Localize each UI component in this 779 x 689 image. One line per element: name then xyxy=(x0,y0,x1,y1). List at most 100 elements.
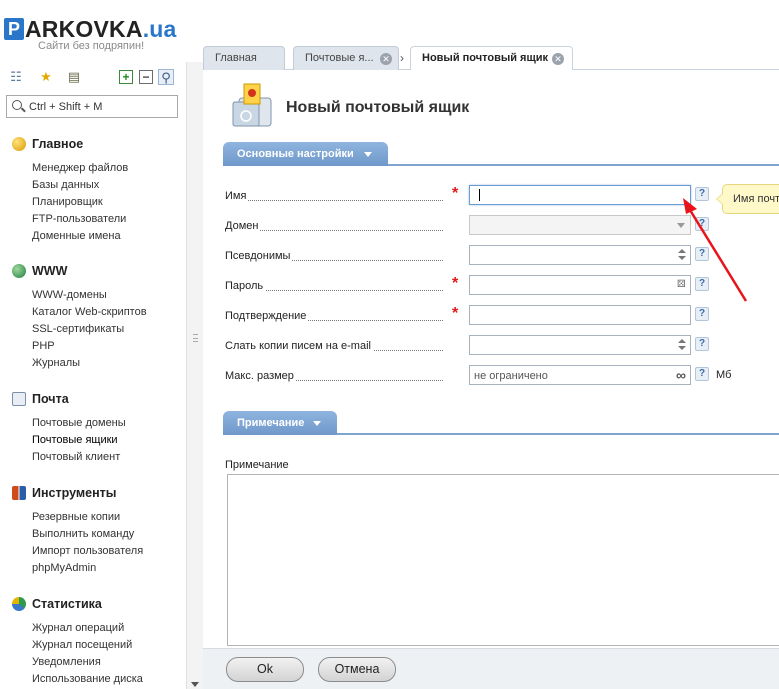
field-row-aliases: Псевдонимы ? xyxy=(225,245,779,267)
main-content: Новый почтовый ящик Основные настройки И… xyxy=(203,70,779,689)
name-input[interactable] xyxy=(474,188,669,203)
copies-input[interactable] xyxy=(474,338,669,353)
sidebar-item-run-command[interactable]: Выполнить команду xyxy=(32,526,143,543)
help-icon[interactable]: ? xyxy=(695,337,709,351)
sidebar-item-scheduler[interactable]: Планировщик xyxy=(32,194,128,211)
pie-chart-icon xyxy=(12,597,26,611)
field-row-name: Имя * ? xyxy=(225,185,779,207)
sidebar-splitter[interactable] xyxy=(186,62,203,689)
search-icon xyxy=(12,100,22,110)
tree-view-icon[interactable]: ☷ xyxy=(8,69,24,85)
copies-input-box[interactable] xyxy=(469,335,691,355)
unit-label: Мб xyxy=(716,369,732,381)
expand-all-icon[interactable]: + xyxy=(119,70,133,84)
favorites-star-icon[interactable]: ★ xyxy=(38,69,54,85)
field-label: Имя xyxy=(225,190,249,202)
tools-icon xyxy=(12,486,26,500)
name-input-box[interactable] xyxy=(469,185,691,205)
sidebar-item-logs[interactable]: Журналы xyxy=(32,355,147,372)
chevron-down-icon xyxy=(364,152,372,157)
tab-close-icon[interactable]: ✕ xyxy=(552,53,564,65)
sidebar-item-www-domains[interactable]: WWW-домены xyxy=(32,287,147,304)
confirm-input-box[interactable] xyxy=(469,305,691,325)
home-globe-icon xyxy=(12,137,26,151)
chevron-down-icon xyxy=(313,421,321,426)
sidebar-item-domain-names[interactable]: Доменные имена xyxy=(32,228,128,245)
required-mark: * xyxy=(452,275,459,292)
sidebar-item-php[interactable]: PHP xyxy=(32,338,147,355)
field-label: Слать копии писем на e-mail xyxy=(225,340,373,352)
section-main-settings: Основные настройки xyxy=(223,142,779,166)
field-label: Домен xyxy=(225,220,261,232)
sidebar-item-web-scripts[interactable]: Каталог Web-скриптов xyxy=(32,304,147,321)
tab-bar: Главная Почтовые я... ✕ › Новый почтовый… xyxy=(203,42,779,71)
field-label: Пароль xyxy=(225,280,266,292)
logo-wordmark: ARKOVKA.ua xyxy=(25,16,177,42)
password-input[interactable] xyxy=(474,278,669,293)
cancel-button[interactable]: Отмена xyxy=(318,657,396,682)
sidebar-item-disk-usage[interactable]: Использование диска xyxy=(32,671,143,688)
sidebar-item-visits-log[interactable]: Журнал посещений xyxy=(32,637,143,654)
sidebar-item-mailboxes[interactable]: Почтовые ящики xyxy=(32,432,126,449)
sidebar-item-mail-domains[interactable]: Почтовые домены xyxy=(32,415,126,432)
max-size-input[interactable] xyxy=(474,368,669,383)
sidebar-item-ftp-users[interactable]: FTP-пользователи xyxy=(32,211,128,228)
sidebar-item-import-user[interactable]: Импорт пользователя xyxy=(32,543,143,560)
sidebar-item-operations-log[interactable]: Журнал операций xyxy=(32,620,143,637)
help-icon[interactable]: ? xyxy=(695,217,709,231)
logo-mark: P xyxy=(4,18,24,40)
max-size-input-box[interactable]: ∞ xyxy=(469,365,691,385)
pin-icon[interactable]: ⚲ xyxy=(158,69,174,85)
globe-icon xyxy=(12,264,26,278)
section-note: Примечание xyxy=(223,411,779,435)
sidebar-item-ssl[interactable]: SSL-сертификаты xyxy=(32,321,147,338)
confirm-input[interactable] xyxy=(474,308,669,323)
tab-home[interactable]: Главная xyxy=(203,46,285,70)
password-input-box[interactable]: ⚄ xyxy=(469,275,691,295)
sidebar-item-phpmyadmin[interactable]: phpMyAdmin xyxy=(32,560,143,577)
aliases-input[interactable] xyxy=(474,248,669,263)
help-icon[interactable]: ? xyxy=(695,277,709,291)
logo-slogan: Сайти без подряпин! xyxy=(38,40,145,52)
help-icon[interactable]: ? xyxy=(695,307,709,321)
scroll-down-arrow-icon[interactable] xyxy=(191,682,199,687)
sidebar-item-notifications[interactable]: Уведомления xyxy=(32,654,143,671)
field-row-domain: Домен ? xyxy=(225,215,779,237)
note-textarea[interactable] xyxy=(227,474,779,646)
ok-button[interactable]: Ok xyxy=(226,657,304,682)
clipboard-icon[interactable]: ▤ xyxy=(66,69,82,85)
menu-search-input[interactable] xyxy=(29,98,174,115)
expand-updown-icon[interactable] xyxy=(678,338,686,352)
domain-select[interactable] xyxy=(469,215,691,235)
sidebar-item-file-manager[interactable]: Менеджер файлов xyxy=(32,160,128,177)
label-leader xyxy=(225,200,443,201)
sidebar-item-mail-client[interactable]: Почтовый клиент xyxy=(32,449,126,466)
menu-search-box[interactable] xyxy=(6,95,178,118)
text-cursor xyxy=(479,189,480,201)
field-row-confirm: Подтверждение * ? xyxy=(225,305,779,327)
splitter-grip-icon xyxy=(193,334,198,342)
infinity-icon[interactable]: ∞ xyxy=(676,368,686,382)
help-icon[interactable]: ? xyxy=(695,187,709,201)
mail-icon xyxy=(12,392,26,406)
field-row-max-size: Макс. размер ∞ ? Мб xyxy=(225,365,779,387)
field-row-password: Пароль * ⚄ ? xyxy=(225,275,779,297)
tab-new-mailbox[interactable]: Новый почтовый ящик ✕ xyxy=(410,46,573,71)
section-note-toggle[interactable]: Примечание xyxy=(223,411,337,435)
collapse-all-icon[interactable]: − xyxy=(139,70,153,84)
sidebar-item-databases[interactable]: Базы данных xyxy=(32,177,128,194)
aliases-input-box[interactable] xyxy=(469,245,691,265)
field-label: Подтверждение xyxy=(225,310,309,322)
help-icon[interactable]: ? xyxy=(695,247,709,261)
section-main-settings-toggle[interactable]: Основные настройки xyxy=(223,142,388,166)
help-icon[interactable]: ? xyxy=(695,367,709,381)
expand-updown-icon[interactable] xyxy=(678,248,686,262)
generate-password-dice-icon[interactable]: ⚄ xyxy=(677,279,687,291)
tab-mailboxes[interactable]: Почтовые я... ✕ xyxy=(293,46,399,70)
note-label: Примечание xyxy=(225,459,289,471)
chevron-down-icon xyxy=(677,223,685,228)
field-label: Макс. размер xyxy=(225,370,296,382)
tab-close-icon[interactable]: ✕ xyxy=(380,53,392,65)
required-mark: * xyxy=(452,305,459,322)
sidebar-item-backups[interactable]: Резервные копии xyxy=(32,509,143,526)
